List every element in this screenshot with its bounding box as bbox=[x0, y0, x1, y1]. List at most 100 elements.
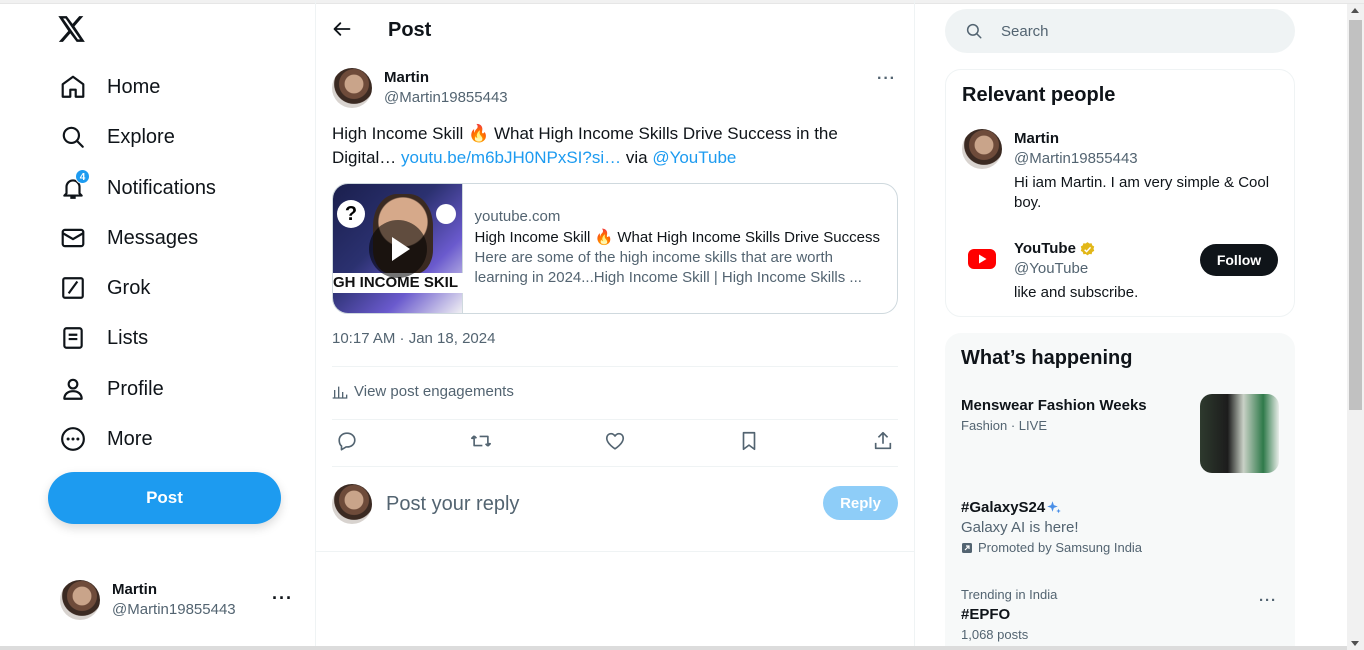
column-divider bbox=[315, 552, 316, 650]
person-bio: Hi iam Martin. I am very simple & Cool b… bbox=[1014, 174, 1270, 211]
trend-title: #EPFO bbox=[961, 606, 1011, 623]
list-icon bbox=[60, 325, 86, 351]
thumbnail-badge bbox=[435, 204, 456, 224]
avatar[interactable] bbox=[962, 129, 1002, 169]
relevant-people-panel: Relevant people Martin @Martin19855443 H… bbox=[945, 69, 1295, 317]
search-icon bbox=[966, 23, 982, 39]
nav-explore[interactable]: Explore bbox=[48, 113, 187, 161]
nav-home-label: Home bbox=[107, 75, 161, 98]
share-icon[interactable] bbox=[872, 430, 894, 452]
nav-notifications-label: Notifications bbox=[107, 176, 216, 199]
link-card[interactable]: ? GH INCOME SKIL youtube.com High Income… bbox=[332, 183, 898, 314]
whats-happening-panel: What’s happening Menswear Fashion Weeks … bbox=[945, 333, 1295, 650]
nav-home[interactable]: Home bbox=[48, 63, 172, 111]
card-description: Here are some of the high income skills … bbox=[474, 249, 862, 286]
engagements-label: View post engagements bbox=[354, 383, 514, 400]
avatar[interactable] bbox=[332, 68, 372, 108]
search-icon bbox=[60, 124, 86, 150]
account-menu-icon[interactable]: ··· bbox=[272, 588, 293, 609]
author-handle[interactable]: @Martin19855443 bbox=[384, 88, 508, 108]
person-name[interactable]: Martin bbox=[1014, 129, 1284, 149]
person-name[interactable]: YouTube bbox=[1014, 239, 1076, 259]
trend-item[interactable]: #GalaxyS24 Galaxy AI is here! Promoted b… bbox=[961, 498, 1281, 558]
trend-context: Trending in India bbox=[961, 587, 1058, 602]
author-name[interactable]: Martin bbox=[384, 68, 508, 88]
reply-composer: Reply bbox=[332, 484, 898, 524]
tweet-text: High Income Skill 🔥 What High Income Ski… bbox=[332, 122, 892, 170]
trend-item[interactable]: Trending in India #EPFO 1,068 posts bbox=[961, 585, 1281, 645]
nav-more-label: More bbox=[107, 427, 153, 450]
grok-icon bbox=[60, 275, 86, 301]
page-header: Post bbox=[316, 0, 916, 60]
horizontal-scrollbar[interactable] bbox=[0, 646, 1347, 650]
search-bar[interactable] bbox=[945, 9, 1295, 53]
person-handle: @Martin19855443 bbox=[1014, 150, 1138, 167]
post-button[interactable]: Post bbox=[48, 472, 281, 524]
person-item[interactable]: Martin @Martin19855443 Hi iam Martin. I … bbox=[962, 129, 1284, 213]
tweet-mention[interactable]: @YouTube bbox=[652, 148, 736, 167]
trend-post-count: 1,068 posts bbox=[961, 627, 1029, 642]
scrollbar-thumb[interactable] bbox=[1349, 20, 1362, 410]
home-icon bbox=[60, 74, 86, 100]
nav-more[interactable]: More bbox=[48, 415, 165, 463]
person-bio: like and subscribe. bbox=[1014, 284, 1139, 301]
notification-badge: 4 bbox=[75, 169, 90, 184]
analytics-icon bbox=[332, 386, 348, 399]
card-thumbnail: ? GH INCOME SKIL bbox=[333, 184, 463, 313]
vertical-scrollbar[interactable] bbox=[1347, 4, 1364, 650]
youtube-logo-icon[interactable] bbox=[962, 239, 1002, 279]
avatar bbox=[60, 580, 100, 620]
nav-grok[interactable]: Grok bbox=[48, 264, 162, 312]
promoted-text: Promoted by Samsung India bbox=[978, 540, 1143, 555]
nav-messages[interactable]: Messages bbox=[48, 214, 210, 262]
like-heart-icon[interactable] bbox=[604, 430, 626, 452]
view-engagements-link[interactable]: View post engagements bbox=[332, 383, 514, 400]
nav-profile-label: Profile bbox=[107, 377, 164, 400]
tweet-timestamp[interactable]: 10:17 AM · Jan 18, 2024 bbox=[332, 330, 495, 347]
account-name: Martin bbox=[112, 581, 157, 598]
sparkle-icon bbox=[1047, 501, 1061, 514]
whats-happening-title: What’s happening bbox=[961, 347, 1133, 369]
trend-menu-icon[interactable]: ··· bbox=[1259, 592, 1277, 609]
person-icon bbox=[60, 376, 86, 402]
more-circle-icon bbox=[60, 426, 86, 452]
scroll-down-arrow-icon[interactable] bbox=[1351, 641, 1359, 646]
account-switcher[interactable]: Martin @Martin19855443 ··· bbox=[48, 570, 303, 630]
bell-icon: 4 bbox=[60, 169, 90, 201]
relevant-people-title: Relevant people bbox=[962, 84, 1116, 106]
play-icon[interactable] bbox=[369, 220, 427, 278]
back-arrow-icon[interactable] bbox=[332, 19, 354, 41]
left-sidebar: Home Explore 4 Notifications Messages Gr… bbox=[0, 0, 315, 650]
divider bbox=[332, 466, 898, 467]
scroll-up-arrow-icon[interactable] bbox=[1351, 8, 1359, 13]
main-column: Post Martin @Martin19855443 ··· High Inc… bbox=[315, 0, 915, 552]
nav-grok-label: Grok bbox=[107, 276, 151, 299]
reply-input[interactable] bbox=[386, 492, 806, 516]
x-logo-icon[interactable] bbox=[58, 16, 90, 48]
nav-notifications[interactable]: 4 Notifications bbox=[48, 164, 228, 212]
nav-explore-label: Explore bbox=[107, 125, 175, 148]
account-handle: @Martin19855443 bbox=[112, 601, 236, 618]
repost-icon[interactable] bbox=[470, 430, 492, 452]
card-domain: youtube.com bbox=[474, 208, 561, 225]
envelope-icon bbox=[60, 225, 86, 251]
promoted-label: Promoted by Samsung India bbox=[961, 538, 1281, 558]
trend-title: #GalaxyS24 bbox=[961, 499, 1046, 516]
verified-badge-icon bbox=[1080, 241, 1095, 255]
question-icon: ? bbox=[337, 200, 365, 228]
trend-subtitle: Galaxy AI is here! bbox=[961, 519, 1079, 536]
divider bbox=[332, 419, 898, 420]
search-input[interactable] bbox=[1001, 22, 1261, 40]
nav-profile[interactable]: Profile bbox=[48, 365, 176, 413]
tweet-link[interactable]: youtu.be/m6bJH0NPxSI?si… bbox=[401, 148, 621, 167]
follow-button[interactable]: Follow bbox=[1200, 244, 1278, 276]
promoted-icon bbox=[962, 543, 972, 553]
tweet-via: via bbox=[621, 148, 653, 167]
nav-lists-label: Lists bbox=[107, 326, 149, 349]
reply-icon[interactable] bbox=[336, 430, 358, 452]
nav-lists[interactable]: Lists bbox=[48, 314, 160, 362]
tweet-author[interactable]: Martin @Martin19855443 bbox=[332, 68, 508, 108]
reply-button[interactable]: Reply bbox=[823, 486, 898, 520]
bookmark-icon[interactable] bbox=[738, 430, 760, 452]
tweet-menu-icon[interactable]: ··· bbox=[877, 70, 896, 88]
